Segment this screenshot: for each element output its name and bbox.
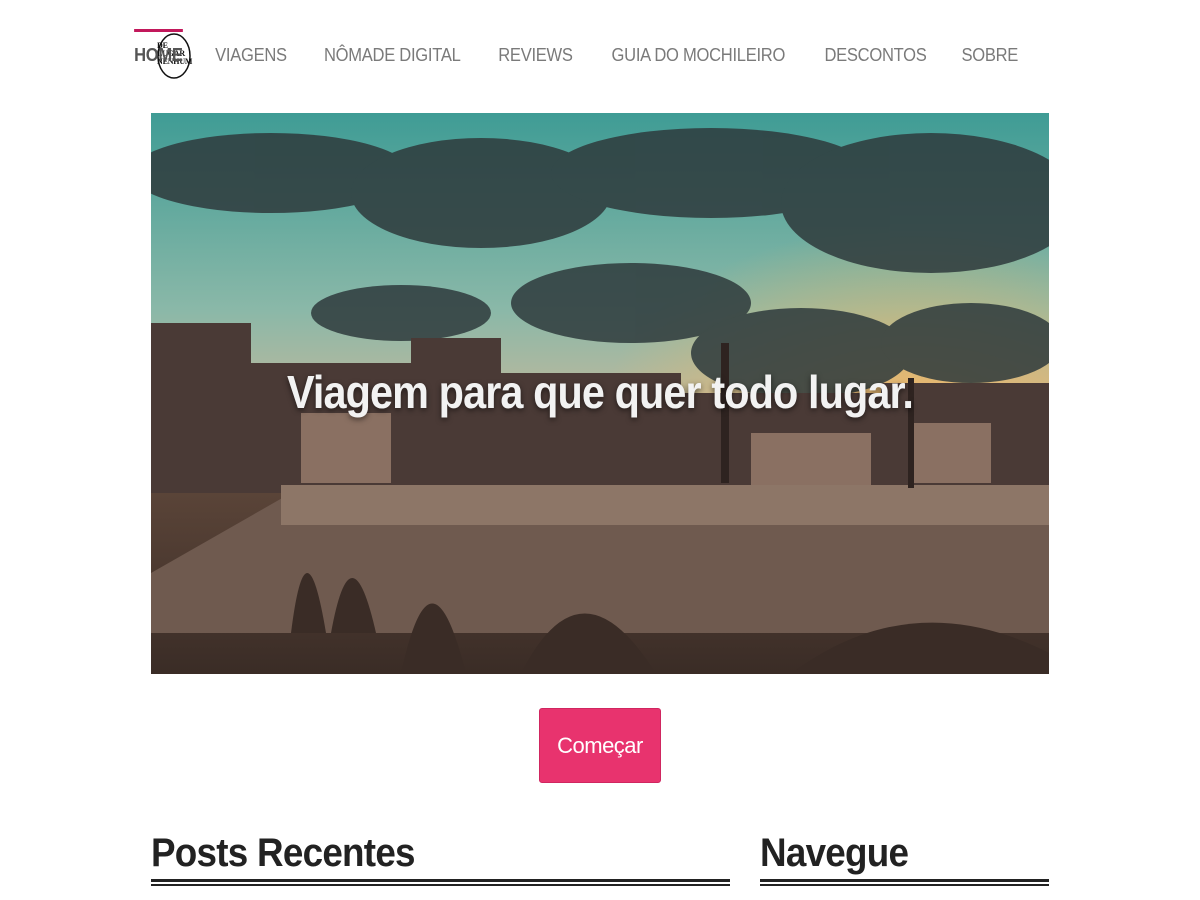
recent-posts-heading: Posts Recentes — [151, 831, 416, 875]
nav-item-viagens[interactable]: VIAGENS — [203, 29, 300, 73]
site-header: DE LUGAR NENHUM HOME VIAGENS NÔMADE DIGI… — [133, 0, 1049, 112]
nav-item-nomade-digital[interactable]: NÔMADE DIGITAL — [311, 29, 473, 73]
hero-banner: Viagem para que quer todo lugar. — [151, 113, 1049, 674]
nav-item-reviews[interactable]: REVIEWS — [485, 29, 585, 73]
nav-item-guia-do-mochileiro[interactable]: GUIA DO MOCHILEIRO — [598, 29, 797, 73]
nav-item-home[interactable]: HOME — [121, 29, 195, 73]
recent-posts-divider — [151, 879, 730, 886]
start-button[interactable]: Começar — [539, 708, 661, 783]
browse-heading: Navegue — [760, 831, 909, 875]
nav-item-descontos[interactable]: DESCONTOS — [812, 29, 940, 73]
browse-divider — [760, 879, 1049, 886]
hero-title: Viagem para que quer todo lugar. — [286, 366, 914, 418]
nav-item-sobre[interactable]: SOBRE — [949, 29, 1031, 73]
main-nav: HOME VIAGENS NÔMADE DIGITAL REVIEWS GUIA… — [118, 29, 1035, 73]
